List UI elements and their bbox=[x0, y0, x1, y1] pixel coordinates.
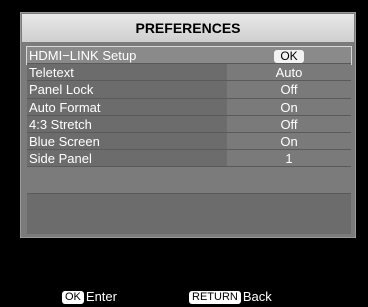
menu-item-value: OK bbox=[227, 47, 351, 64]
ok-key-badge: OK bbox=[62, 291, 84, 305]
menu-item-hdmi-link-setup[interactable]: HDMI−LINK Setup OK bbox=[26, 45, 352, 66]
return-hint: RETURN Back bbox=[189, 289, 272, 305]
menu-item-value: On bbox=[227, 98, 351, 115]
menu-item-label: HDMI−LINK Setup bbox=[29, 48, 137, 63]
ok-button[interactable]: OK bbox=[274, 50, 304, 63]
menu-item-side-panel[interactable]: Side Panel 1 bbox=[27, 150, 351, 168]
menu-item-label: Panel Lock bbox=[29, 82, 94, 98]
menu-item-label: Side Panel bbox=[29, 151, 92, 167]
menu-title: PREFERENCES bbox=[22, 14, 354, 42]
menu-item-value: 1 bbox=[227, 150, 351, 167]
menu-item-label: 4:3 Stretch bbox=[29, 116, 92, 132]
menu-item-blue-screen[interactable]: Blue Screen On bbox=[27, 132, 351, 151]
return-key-badge: RETURN bbox=[189, 291, 241, 305]
menu-item-panel-lock[interactable]: Panel Lock Off bbox=[27, 81, 351, 99]
ok-hint: OK Enter bbox=[62, 289, 117, 305]
menu-item-label: Teletext bbox=[29, 65, 74, 81]
menu-list: HDMI−LINK Setup OK Teletext Auto Panel L… bbox=[26, 45, 352, 168]
ok-hint-label: Enter bbox=[85, 289, 117, 304]
menu-item-label: Auto Format bbox=[29, 99, 101, 115]
menu-item-label: Blue Screen bbox=[29, 133, 100, 149]
menu-empty-area bbox=[27, 193, 351, 234]
menu-item-value: On bbox=[227, 132, 351, 150]
return-hint-label: Back bbox=[242, 289, 272, 304]
menu-item-value: Off bbox=[227, 81, 351, 98]
menu-item-value: Off bbox=[227, 115, 351, 132]
menu-item-teletext[interactable]: Teletext Auto bbox=[27, 64, 351, 82]
menu-item-value: Auto bbox=[227, 64, 351, 81]
menu-item-auto-format[interactable]: Auto Format On bbox=[27, 98, 351, 116]
menu-item-4-3-stretch[interactable]: 4:3 Stretch Off bbox=[27, 115, 351, 133]
preferences-menu: PREFERENCES HDMI−LINK Setup OK Teletext … bbox=[20, 12, 356, 238]
footer-hints: OK Enter RETURN Back bbox=[0, 289, 368, 305]
